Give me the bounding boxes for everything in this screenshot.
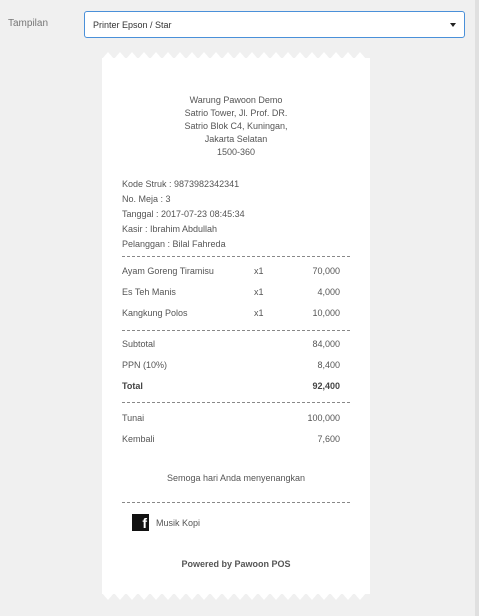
cash-value: 100,000 [307, 413, 340, 423]
change-label: Kembali [122, 434, 155, 444]
scrollbar[interactable] [475, 0, 479, 616]
store-info: Warung Pawoon Demo Satrio Tower, Jl. Pro… [122, 94, 350, 159]
facebook-icon: f [132, 514, 149, 531]
divider [122, 502, 350, 503]
store-postal: 1500-360 [216, 147, 256, 157]
tax-row: PPN (10%) 8,400 [122, 358, 340, 372]
divider [122, 402, 350, 403]
thank-you-message: Semoga hari Anda menyenangkan [166, 473, 306, 483]
store-address-2: Satrio Blok C4, Kuningan, [184, 121, 288, 131]
transaction-date: Tanggal : 2017-07-23 08:45:34 [122, 209, 245, 219]
item-name: Kangkung Polos [122, 308, 188, 318]
receipt-code: Kode Struk : 9873982342341 [122, 179, 240, 189]
divider [122, 330, 350, 331]
subtotal-label: Subtotal [122, 339, 156, 349]
item-row: Es Teh Manis x1 4,000 [122, 285, 340, 299]
item-qty: x1 [254, 308, 264, 318]
item-amount: 70,000 [312, 266, 340, 276]
divider [122, 256, 350, 257]
cashier-name: Kasir : Ibrahim Abdullah [122, 224, 218, 234]
receipt-bottom-edge [102, 593, 370, 600]
item-amount: 10,000 [312, 308, 340, 318]
subtotal-value: 84,000 [312, 339, 340, 349]
subtotal-row: Subtotal 84,000 [122, 337, 340, 351]
social-account-name: Musik Kopi [156, 517, 201, 528]
item-row: Kangkung Polos x1 10,000 [122, 306, 340, 320]
change-row: Kembali 7,600 [122, 432, 340, 446]
printer-select[interactable]: Printer Epson / Star [84, 11, 465, 38]
powered-by: Powered by Pawoon POS [181, 559, 291, 569]
table-number: No. Meja : 3 [122, 194, 171, 204]
change-value: 7,600 [317, 434, 340, 444]
item-name: Es Teh Manis [122, 287, 176, 297]
total-row: Total 92,400 [122, 379, 340, 393]
tax-label: PPN (10%) [122, 360, 168, 370]
store-city: Jakarta Selatan [204, 134, 268, 144]
total-label: Total [122, 381, 143, 391]
store-name: Warung Pawoon Demo [189, 95, 283, 105]
display-label: Tampilan [8, 18, 49, 29]
receipt-paper: Warung Pawoon Demo Satrio Tower, Jl. Pro… [102, 58, 370, 594]
cash-row: Tunai 100,000 [122, 411, 340, 425]
cash-label: Tunai [122, 413, 145, 423]
receipt-preview: Warung Pawoon Demo Satrio Tower, Jl. Pro… [102, 52, 370, 600]
item-amount: 4,000 [317, 287, 340, 297]
item-qty: x1 [254, 266, 264, 276]
tax-value: 8,400 [317, 360, 340, 370]
total-value: 92,400 [312, 381, 340, 391]
social-account: f Musik Kopi [132, 514, 200, 531]
transaction-info: Kode Struk : 9873982342341 No. Meja : 3 … [122, 177, 350, 252]
printer-select-value: Printer Epson / Star [93, 19, 172, 30]
item-qty: x1 [254, 287, 264, 297]
item-row: Ayam Goreng Tiramisu x1 70,000 [122, 264, 340, 278]
caret-down-icon [450, 22, 456, 27]
store-address-1: Satrio Tower, Jl. Prof. DR. [184, 108, 288, 118]
item-name: Ayam Goreng Tiramisu [122, 266, 214, 276]
customer-name: Pelanggan : Bilal Fahreda [122, 239, 226, 249]
